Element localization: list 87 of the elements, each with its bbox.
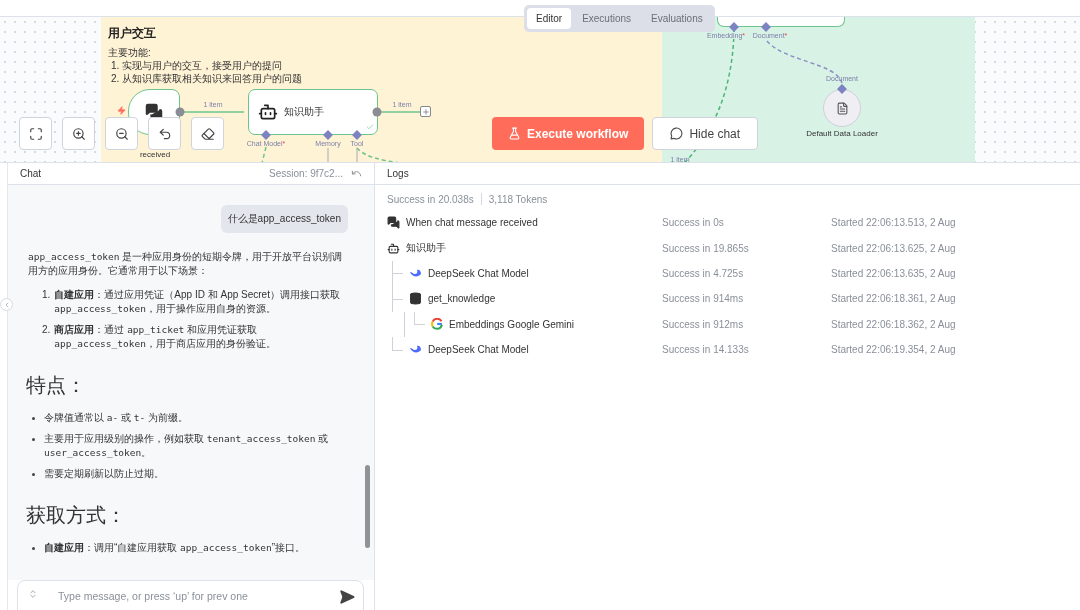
scrollbar-thumb[interactable] <box>365 465 370 548</box>
sticky-title: 用户交互 <box>108 25 157 42</box>
sticky-text: 2. 从知识库获取相关知识来回答用户的问题 <box>110 72 304 85</box>
session-id: Session: 9f7c2... <box>269 168 343 179</box>
node-label: received <box>139 150 171 159</box>
agent-node[interactable]: 知识助手 <box>248 89 378 135</box>
connection-line <box>327 147 329 162</box>
sticky-text: 1. 实现与用户的交互，接受用户的提问 <box>110 59 284 72</box>
list-item: 需要定期刷新以防止过期。 <box>44 467 164 481</box>
google-g-icon <box>431 318 443 331</box>
log-status: Success in 19.865s <box>662 242 750 254</box>
hide-chat-button[interactable]: Hide chat <box>652 117 759 150</box>
chat-bubble-icon <box>670 127 684 140</box>
log-node-name: When chat message received <box>406 217 538 229</box>
lightning-icon <box>117 106 126 115</box>
log-start-time: Started 22:06:19.354, 2 Aug <box>831 344 956 356</box>
log-status: Success in 912ms <box>662 318 745 330</box>
zoom-out-button[interactable] <box>105 117 138 150</box>
run-summary: Success in 20.038s <box>387 193 474 205</box>
undo-icon <box>157 126 172 141</box>
connection-line <box>261 146 267 162</box>
log-row[interactable]: DeepSeek Chat Model Success in 14.133s Started 22:06:19.354, 2 Aug <box>375 336 1080 363</box>
message-field[interactable]: Type message, or press ‘up’ for prev one <box>17 580 364 610</box>
chat-bubbles-icon <box>387 216 400 230</box>
log-start-time: Started 22:06:13.625, 2 Aug <box>831 242 956 254</box>
log-row[interactable]: Embeddings Google Gemini Success in 912ms Started 22:06:18.362, 2 Aug <box>375 311 1080 337</box>
log-node-name: DeepSeek Chat Model <box>428 267 529 279</box>
add-node-button[interactable] <box>420 106 431 117</box>
log-node-name: 知识助手 <box>406 241 446 256</box>
log-row[interactable]: DeepSeek Chat Model Success in 4.725s Started 22:06:13.635, 2 Aug <box>375 260 1080 287</box>
list-number: 1. <box>42 288 51 302</box>
fit-view-icon <box>28 126 43 141</box>
robot-icon <box>258 102 278 122</box>
log-status: Success in 914ms <box>662 293 745 305</box>
bullet-icon <box>32 547 35 550</box>
message-input[interactable]: Type message, or press ‘up’ for prev one <box>56 589 321 603</box>
panel-title: Logs <box>387 168 409 179</box>
whale-icon <box>409 267 422 279</box>
robot-icon <box>387 241 400 255</box>
fit-view-button[interactable] <box>19 117 52 150</box>
log-row[interactable]: 知识助手 Success in 19.865s Started 22:06:13.625, 2 Aug <box>375 235 1080 261</box>
eraser-button[interactable] <box>191 117 224 150</box>
send-icon[interactable] <box>339 589 355 605</box>
list-item: 令牌值通常以 a- 或 t- 为前缀。 <box>44 411 189 425</box>
panel-title: Chat <box>20 168 42 179</box>
view-tab[interactable]: Evaluations <box>642 8 712 29</box>
sticky-text: 主要功能: <box>108 46 152 59</box>
output-dot[interactable] <box>175 107 185 117</box>
log-start-time: Started 22:06:13.635, 2 Aug <box>831 267 956 279</box>
log-row[interactable]: get_knowledge Success in 914ms Started 22:06:18.361, 2 Aug <box>375 286 1080 312</box>
undo-button[interactable] <box>148 117 181 150</box>
view-tab[interactable]: Executions <box>573 8 641 29</box>
log-start-time: Started 22:06:18.361, 2 Aug <box>831 293 956 305</box>
token-count: 3,118 Tokens <box>488 193 548 205</box>
bullet-icon <box>32 473 35 476</box>
log-status: Success in 14.133s <box>662 344 750 356</box>
log-node-name: Embeddings Google Gemini <box>449 318 575 330</box>
log-start-time: Started 22:06:13.513, 2 Aug <box>831 217 956 229</box>
bullet-icon <box>32 417 35 420</box>
log-node-name: DeepSeek Chat Model <box>428 344 529 356</box>
log-start-time: Started 22:06:18.362, 2 Aug <box>831 318 956 330</box>
zoom-in-icon <box>71 126 86 141</box>
vector-store-node[interactable] <box>717 17 845 27</box>
list-number: 2. <box>42 323 51 337</box>
answer-heading: 特点： <box>26 373 87 398</box>
answer-heading: 获取方式： <box>26 503 127 528</box>
log-status: Success in 4.725s <box>662 267 745 279</box>
node-label: 知识助手 <box>284 105 324 119</box>
answer-paragraph: app_access_token 是一种应用身份的短期令牌，用于开放平台识别调用方的应用身份。它通常用于以下场景： <box>28 250 344 278</box>
eraser-icon <box>200 126 215 141</box>
node-label: Default Data Loader <box>806 129 878 138</box>
bullet-icon <box>32 438 35 441</box>
log-status: Success in 0s <box>662 217 725 229</box>
list-item: 主要用于应用级别的操作，例如获取 tenant_access_token 或 user_access_token。 <box>44 432 330 460</box>
document-icon <box>835 101 849 115</box>
user-message: 什么是app_access_token <box>220 205 348 233</box>
zoom-out-icon <box>114 126 129 141</box>
zoom-in-button[interactable] <box>62 117 95 150</box>
flask-icon <box>508 127 521 140</box>
reset-icon[interactable] <box>351 168 362 179</box>
view-tab[interactable]: Editor <box>527 8 572 29</box>
list-item: 商店应用：通过 app_ticket 和应用凭证获取 app_access_token，用于商店应用的身份验证。 <box>54 323 277 351</box>
log-row[interactable]: When chat message received Success in 0s Started 22:06:13.513, 2 Aug <box>375 210 1080 236</box>
list-item: 自建应用：通过应用凭证（App ID 和 App Secret）调用接口获取 app_access_token，用于操作应用自身的资源。 <box>54 288 341 316</box>
list-item: 自建应用：调用“自建应用获取 app_access_token”接口。 <box>44 541 305 555</box>
log-node-name: get_knowledge <box>428 293 496 305</box>
output-dot[interactable] <box>372 107 382 117</box>
